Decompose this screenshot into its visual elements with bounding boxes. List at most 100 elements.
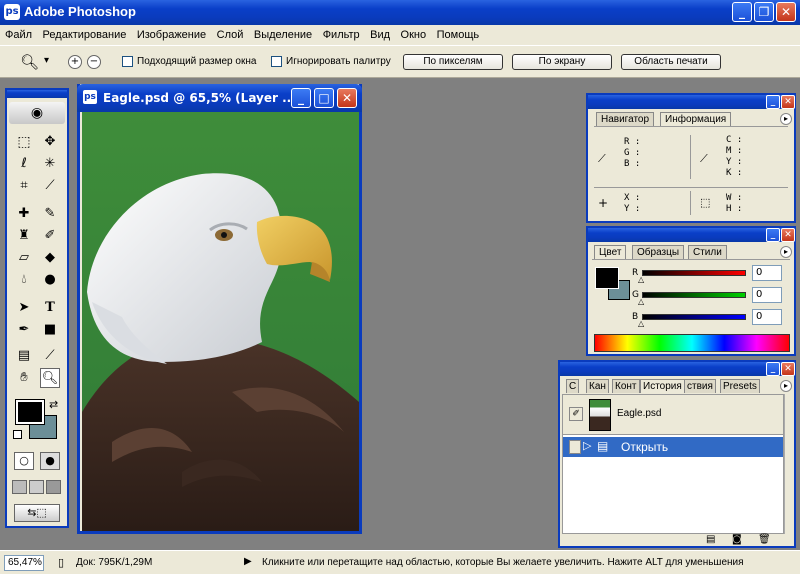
paint-bucket-tool-icon[interactable]: ◆ — [40, 248, 60, 268]
slider-r-thumb-icon[interactable]: △ — [638, 275, 644, 284]
eagle-image[interactable] — [82, 112, 359, 531]
dodge-tool-icon[interactable]: ● — [40, 270, 60, 290]
document-maximize-button[interactable]: □ — [314, 88, 334, 108]
zoom-out-icon[interactable]: − — [87, 55, 101, 69]
history-state-slider-icon[interactable] — [569, 440, 581, 454]
lasso-tool-icon[interactable]: ℓ — [14, 154, 34, 174]
tab-actions[interactable]: ствия — [684, 379, 716, 393]
history-brush-tool-icon[interactable]: ✐ — [40, 226, 60, 246]
adobe-online-icon[interactable]: ◉ — [9, 102, 65, 124]
zoom-tool-button-icon[interactable]: 🔍︎ — [40, 368, 60, 388]
notes-tool-icon[interactable]: ▤ — [14, 346, 34, 366]
menu-help[interactable]: Помощь — [437, 29, 480, 41]
color-spectrum-bar[interactable] — [594, 334, 790, 352]
swap-colors-icon[interactable]: ⇄ — [49, 398, 58, 411]
screen-mode-standard-icon[interactable] — [12, 480, 27, 494]
fit-screen-button[interactable]: По экрану — [512, 54, 612, 70]
zoom-in-icon[interactable]: + — [68, 55, 82, 69]
menu-layer[interactable]: Слой — [217, 29, 244, 41]
crop-tool-icon[interactable]: ⌗ — [14, 176, 34, 196]
move-tool-icon[interactable]: ✥ — [40, 132, 60, 152]
close-button[interactable]: ✕ — [776, 2, 796, 22]
restore-button[interactable]: ❐ — [754, 2, 774, 22]
color-minimize-button[interactable]: _ — [766, 228, 780, 242]
marquee-tool-icon[interactable]: ⬚ — [14, 132, 34, 152]
slice-tool-icon[interactable]: ⟋ — [40, 176, 60, 196]
slider-r-value[interactable]: 0 — [752, 265, 782, 281]
screen-mode-full-icon[interactable] — [46, 480, 61, 494]
zoom-level-field[interactable]: 65,47% — [4, 555, 44, 571]
palette-menu-icon[interactable]: ▸ — [780, 113, 792, 125]
slider-g-value[interactable]: 0 — [752, 287, 782, 303]
status-menu-arrow-icon[interactable]: ▶ — [244, 556, 252, 567]
color-palette-title-bar[interactable]: _ ✕ — [588, 228, 795, 242]
menu-filter[interactable]: Фильтр — [323, 29, 360, 41]
tab-color[interactable]: Цвет — [594, 245, 627, 259]
pen-tool-icon[interactable]: ✒ — [14, 320, 34, 340]
screen-mode-full-menu-icon[interactable] — [29, 480, 44, 494]
type-tool-icon[interactable]: T — [40, 298, 60, 318]
foreground-color-swatch[interactable] — [15, 399, 45, 425]
menu-image[interactable]: Изображение — [137, 29, 206, 41]
color-fg-swatch[interactable] — [595, 267, 619, 289]
menu-select[interactable]: Выделение — [254, 29, 312, 41]
menu-file[interactable]: Файл — [5, 29, 32, 41]
slider-b-track[interactable] — [642, 314, 746, 320]
info-palette-title-bar[interactable]: _ ✕ — [588, 95, 795, 109]
new-document-from-state-icon[interactable]: ▤ — [706, 534, 715, 545]
tab-paths[interactable]: Конт — [612, 379, 640, 393]
ignore-palettes-checkbox[interactable] — [271, 56, 282, 67]
tab-info[interactable]: Информация — [660, 112, 732, 126]
toolbox-title-bar[interactable] — [7, 90, 67, 98]
slider-g-track[interactable] — [642, 292, 746, 298]
new-snapshot-icon[interactable]: ◙ — [732, 534, 742, 545]
eraser-tool-icon[interactable]: ▱ — [14, 248, 34, 268]
quick-mask-mode-icon[interactable]: ● — [40, 452, 60, 470]
tab-swatches[interactable]: Образцы — [632, 245, 685, 259]
color-close-button[interactable]: ✕ — [781, 228, 795, 242]
menu-window[interactable]: Окно — [401, 29, 427, 41]
history-brush-source-icon[interactable]: ✐ — [569, 407, 583, 421]
jump-to-imageready-icon[interactable]: ⇆⬚ — [14, 504, 60, 522]
default-colors-icon[interactable] — [13, 430, 22, 439]
healing-brush-tool-icon[interactable]: ✚ — [14, 204, 34, 224]
history-palette-title-bar[interactable]: _ ✕ — [560, 362, 795, 376]
print-size-button[interactable]: Область печати — [621, 54, 721, 70]
tool-preset-dropdown[interactable]: ▾ — [44, 55, 49, 66]
document-close-button[interactable]: ✕ — [337, 88, 357, 108]
path-selection-tool-icon[interactable]: ➤ — [14, 298, 34, 318]
info-minimize-button[interactable]: _ — [766, 95, 780, 109]
tab-layers[interactable]: С — [566, 379, 580, 393]
brush-tool-icon[interactable]: ✎ — [40, 204, 60, 224]
delete-state-icon[interactable]: 🗑︎ — [758, 534, 771, 545]
blur-tool-icon[interactable]: 💧︎ — [14, 270, 34, 290]
actual-pixels-button[interactable]: По пикселям — [403, 54, 503, 70]
history-palette-menu-icon[interactable]: ▸ — [780, 380, 792, 392]
info-close-button[interactable]: ✕ — [781, 95, 795, 109]
hand-tool-icon[interactable]: ✋︎ — [14, 368, 34, 388]
history-step-row[interactable]: ▷ ▤ Открыть — [563, 437, 783, 457]
tab-channels[interactable]: Кан — [586, 379, 609, 393]
color-palette-menu-icon[interactable]: ▸ — [780, 246, 792, 258]
history-scrollbar[interactable] — [784, 394, 794, 534]
slider-b-value[interactable]: 0 — [752, 309, 782, 325]
slider-g-thumb-icon[interactable]: △ — [638, 297, 644, 306]
menu-view[interactable]: Вид — [370, 29, 390, 41]
eyedropper-tool-icon[interactable]: ⟋ — [40, 346, 60, 366]
resize-window-checkbox[interactable] — [122, 56, 133, 67]
history-close-button[interactable]: ✕ — [781, 362, 795, 376]
document-minimize-button[interactable]: _ — [291, 88, 311, 108]
minimize-button[interactable]: _ — [732, 2, 752, 22]
magic-wand-tool-icon[interactable]: ✳ — [40, 154, 60, 174]
document-title-bar[interactable]: ps Eagle.psd @ 65,5% (Layer ... _ □ ✕ — [77, 84, 362, 112]
tab-presets[interactable]: Presets — [720, 379, 760, 393]
slider-r-track[interactable] — [642, 270, 746, 276]
standard-mode-icon[interactable]: ○ — [14, 452, 34, 470]
snapshot-row[interactable]: ✐ Eagle.psd — [563, 395, 783, 435]
slider-b-thumb-icon[interactable]: △ — [638, 319, 644, 328]
tab-history[interactable]: История — [640, 379, 685, 393]
clone-stamp-tool-icon[interactable]: ♜ — [14, 226, 34, 246]
shape-tool-icon[interactable]: ■ — [40, 320, 60, 340]
tab-navigator[interactable]: Навигатор — [596, 112, 655, 126]
history-minimize-button[interactable]: _ — [766, 362, 780, 376]
